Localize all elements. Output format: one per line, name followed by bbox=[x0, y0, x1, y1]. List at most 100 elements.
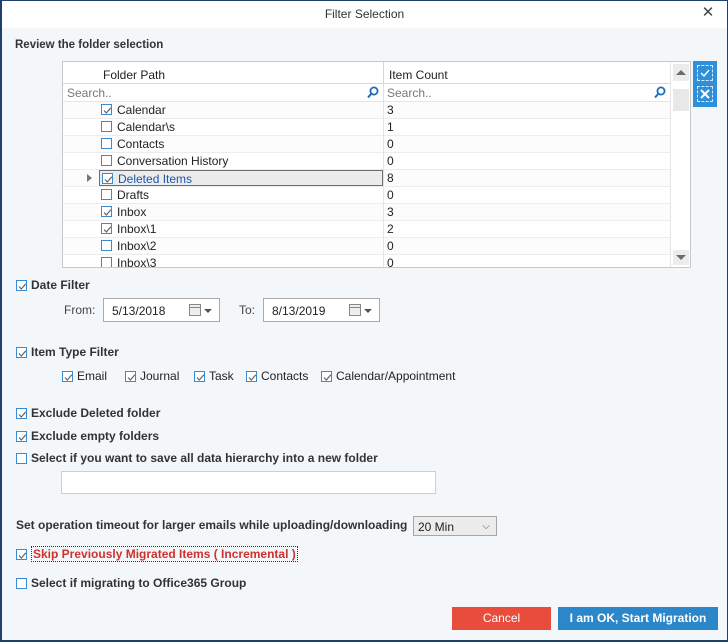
save-hierarchy-checkbox[interactable]: Select if you want to save all data hier… bbox=[16, 451, 378, 465]
checkbox[interactable] bbox=[102, 173, 113, 184]
exclude-empty-checkbox[interactable]: Exclude empty folders bbox=[16, 429, 159, 443]
scroll-down-arrow-icon[interactable] bbox=[673, 250, 689, 265]
deselect-all-icon[interactable] bbox=[697, 86, 713, 102]
scroll-up-arrow-icon[interactable] bbox=[673, 64, 689, 81]
date-filter-checkbox[interactable]: Date Filter bbox=[16, 278, 90, 292]
folder-row[interactable]: Inbox\2 0 bbox=[63, 238, 671, 255]
chevron-down-icon: ⌵ bbox=[482, 521, 490, 532]
checkbox[interactable] bbox=[16, 430, 27, 442]
skip-migrated-checkbox[interactable]: Skip Previously Migrated Items ( Increme… bbox=[16, 546, 298, 562]
folder-path-cell[interactable]: Calendar bbox=[99, 102, 383, 118]
folder-path-cell[interactable]: Deleted Items bbox=[99, 170, 383, 186]
exclude-deleted-checkbox[interactable]: Exclude Deleted folder bbox=[16, 406, 160, 420]
column-header-item-count[interactable]: Item Count bbox=[389, 68, 448, 82]
office365-group-checkbox[interactable]: Select if migrating to Office365 Group bbox=[16, 576, 246, 590]
folder-row[interactable]: Inbox\3 0 bbox=[63, 255, 671, 268]
folder-path-cell[interactable]: Calendar\s bbox=[99, 119, 383, 135]
dropdown-arrow-icon[interactable] bbox=[204, 309, 212, 313]
checkbox[interactable] bbox=[101, 155, 112, 166]
folder-name: Conversation History bbox=[117, 154, 229, 168]
dialog-title: Filter Selection bbox=[324, 7, 405, 21]
checkbox[interactable] bbox=[101, 121, 112, 132]
calendar-icon[interactable] bbox=[189, 304, 201, 316]
checkbox[interactable] bbox=[321, 370, 332, 382]
checkbox[interactable] bbox=[101, 223, 112, 234]
folder-row[interactable]: Conversation History 0 bbox=[63, 153, 671, 170]
folder-row[interactable]: Drafts 0 bbox=[63, 187, 671, 204]
save-hierarchy-label: Select if you want to save all data hier… bbox=[31, 451, 378, 465]
folder-row[interactable]: Calendar 3 bbox=[63, 102, 671, 119]
select-all-icon[interactable] bbox=[697, 65, 713, 81]
folder-name: Deleted Items bbox=[118, 172, 193, 186]
column-divider bbox=[383, 153, 384, 170]
exclude-empty-label: Exclude empty folders bbox=[31, 429, 160, 443]
folder-row[interactable]: Deleted Items 8 bbox=[63, 170, 671, 187]
checkbox[interactable] bbox=[101, 206, 112, 217]
start-migration-button[interactable]: I am OK, Start Migration bbox=[558, 607, 718, 630]
item-count: 0 bbox=[387, 154, 394, 168]
folder-row[interactable]: Contacts 0 bbox=[63, 136, 671, 153]
checkbox[interactable] bbox=[16, 407, 27, 419]
folder-path-cell[interactable]: Inbox bbox=[99, 204, 383, 220]
item-count: 3 bbox=[387, 103, 394, 117]
checkbox[interactable] bbox=[101, 104, 112, 115]
folder-row[interactable]: Calendar\s 1 bbox=[63, 119, 671, 136]
filter-selection-dialog: Filter Selection ✕ Review the folder sel… bbox=[0, 0, 728, 642]
folder-path-cell[interactable]: Conversation History bbox=[99, 153, 383, 169]
item-count: 1 bbox=[387, 120, 394, 134]
office365-group-label: Select if migrating to Office365 Group bbox=[31, 576, 247, 590]
row-indicator-icon bbox=[87, 174, 92, 182]
checkbox[interactable] bbox=[101, 240, 112, 251]
folder-path-cell[interactable]: Drafts bbox=[99, 187, 383, 203]
checkbox[interactable] bbox=[16, 452, 27, 464]
folder-path-cell[interactable]: Inbox\3 bbox=[99, 255, 383, 267]
checkbox[interactable] bbox=[16, 279, 27, 291]
new-folder-name-input[interactable] bbox=[61, 471, 436, 494]
from-date-picker[interactable]: 5/13/2018 bbox=[103, 298, 220, 322]
cancel-button[interactable]: Cancel bbox=[452, 607, 551, 630]
item-type-filter-checkbox[interactable]: Item Type Filter bbox=[16, 345, 119, 359]
checkbox[interactable] bbox=[101, 189, 112, 200]
checkbox[interactable] bbox=[16, 577, 27, 589]
close-icon[interactable]: ✕ bbox=[701, 5, 715, 21]
checkbox[interactable] bbox=[101, 138, 112, 149]
item-count: 0 bbox=[387, 256, 394, 268]
item-count: 0 bbox=[387, 239, 394, 253]
folder-path-cell[interactable]: Inbox\2 bbox=[99, 238, 383, 254]
dropdown-arrow-icon[interactable] bbox=[364, 309, 372, 313]
folder-path-cell[interactable]: Contacts bbox=[99, 136, 383, 152]
checkbox[interactable] bbox=[16, 346, 27, 358]
grid-vertical-scrollbar[interactable] bbox=[670, 62, 690, 267]
folder-section-label: Review the folder selection bbox=[15, 39, 164, 51]
to-date-picker[interactable]: 8/13/2019 bbox=[263, 298, 380, 322]
calendar-icon[interactable] bbox=[349, 304, 361, 316]
from-label: From: bbox=[64, 303, 96, 317]
checkbox[interactable] bbox=[246, 370, 257, 382]
type-label: Calendar/Appointment bbox=[336, 369, 456, 383]
checkbox[interactable] bbox=[62, 370, 73, 382]
column-header-folder-path[interactable]: Folder Path bbox=[103, 68, 165, 82]
scroll-thumb[interactable] bbox=[673, 89, 689, 111]
type-task-checkbox[interactable]: Task bbox=[194, 369, 234, 383]
column-divider bbox=[383, 204, 384, 221]
folder-path-cell[interactable]: Inbox\1 bbox=[99, 221, 383, 237]
timeout-select[interactable]: 20 Min ⌵ bbox=[413, 516, 497, 536]
type-email-checkbox[interactable]: Email bbox=[62, 369, 107, 383]
type-journal-checkbox[interactable]: Journal bbox=[125, 369, 179, 383]
type-calendar-appointment-checkbox[interactable]: Calendar/Appointment bbox=[321, 369, 455, 383]
type-contacts-checkbox[interactable]: Contacts bbox=[246, 369, 308, 383]
folder-grid: Folder Path Item Count Calendar3Calendar… bbox=[62, 61, 691, 268]
checkbox[interactable] bbox=[101, 257, 112, 267]
checkbox[interactable] bbox=[194, 370, 205, 382]
search-icon[interactable] bbox=[367, 86, 379, 99]
folder-path-search-input[interactable] bbox=[67, 84, 357, 101]
item-count: 3 bbox=[387, 205, 394, 219]
checkbox[interactable] bbox=[125, 370, 136, 382]
search-icon[interactable] bbox=[654, 86, 666, 99]
column-divider[interactable] bbox=[383, 62, 384, 84]
type-label: Contacts bbox=[261, 369, 309, 383]
item-count-search-input[interactable] bbox=[387, 84, 647, 101]
folder-row[interactable]: Inbox 3 bbox=[63, 204, 671, 221]
checkbox[interactable] bbox=[16, 548, 27, 560]
folder-row[interactable]: Inbox\1 2 bbox=[63, 221, 671, 238]
